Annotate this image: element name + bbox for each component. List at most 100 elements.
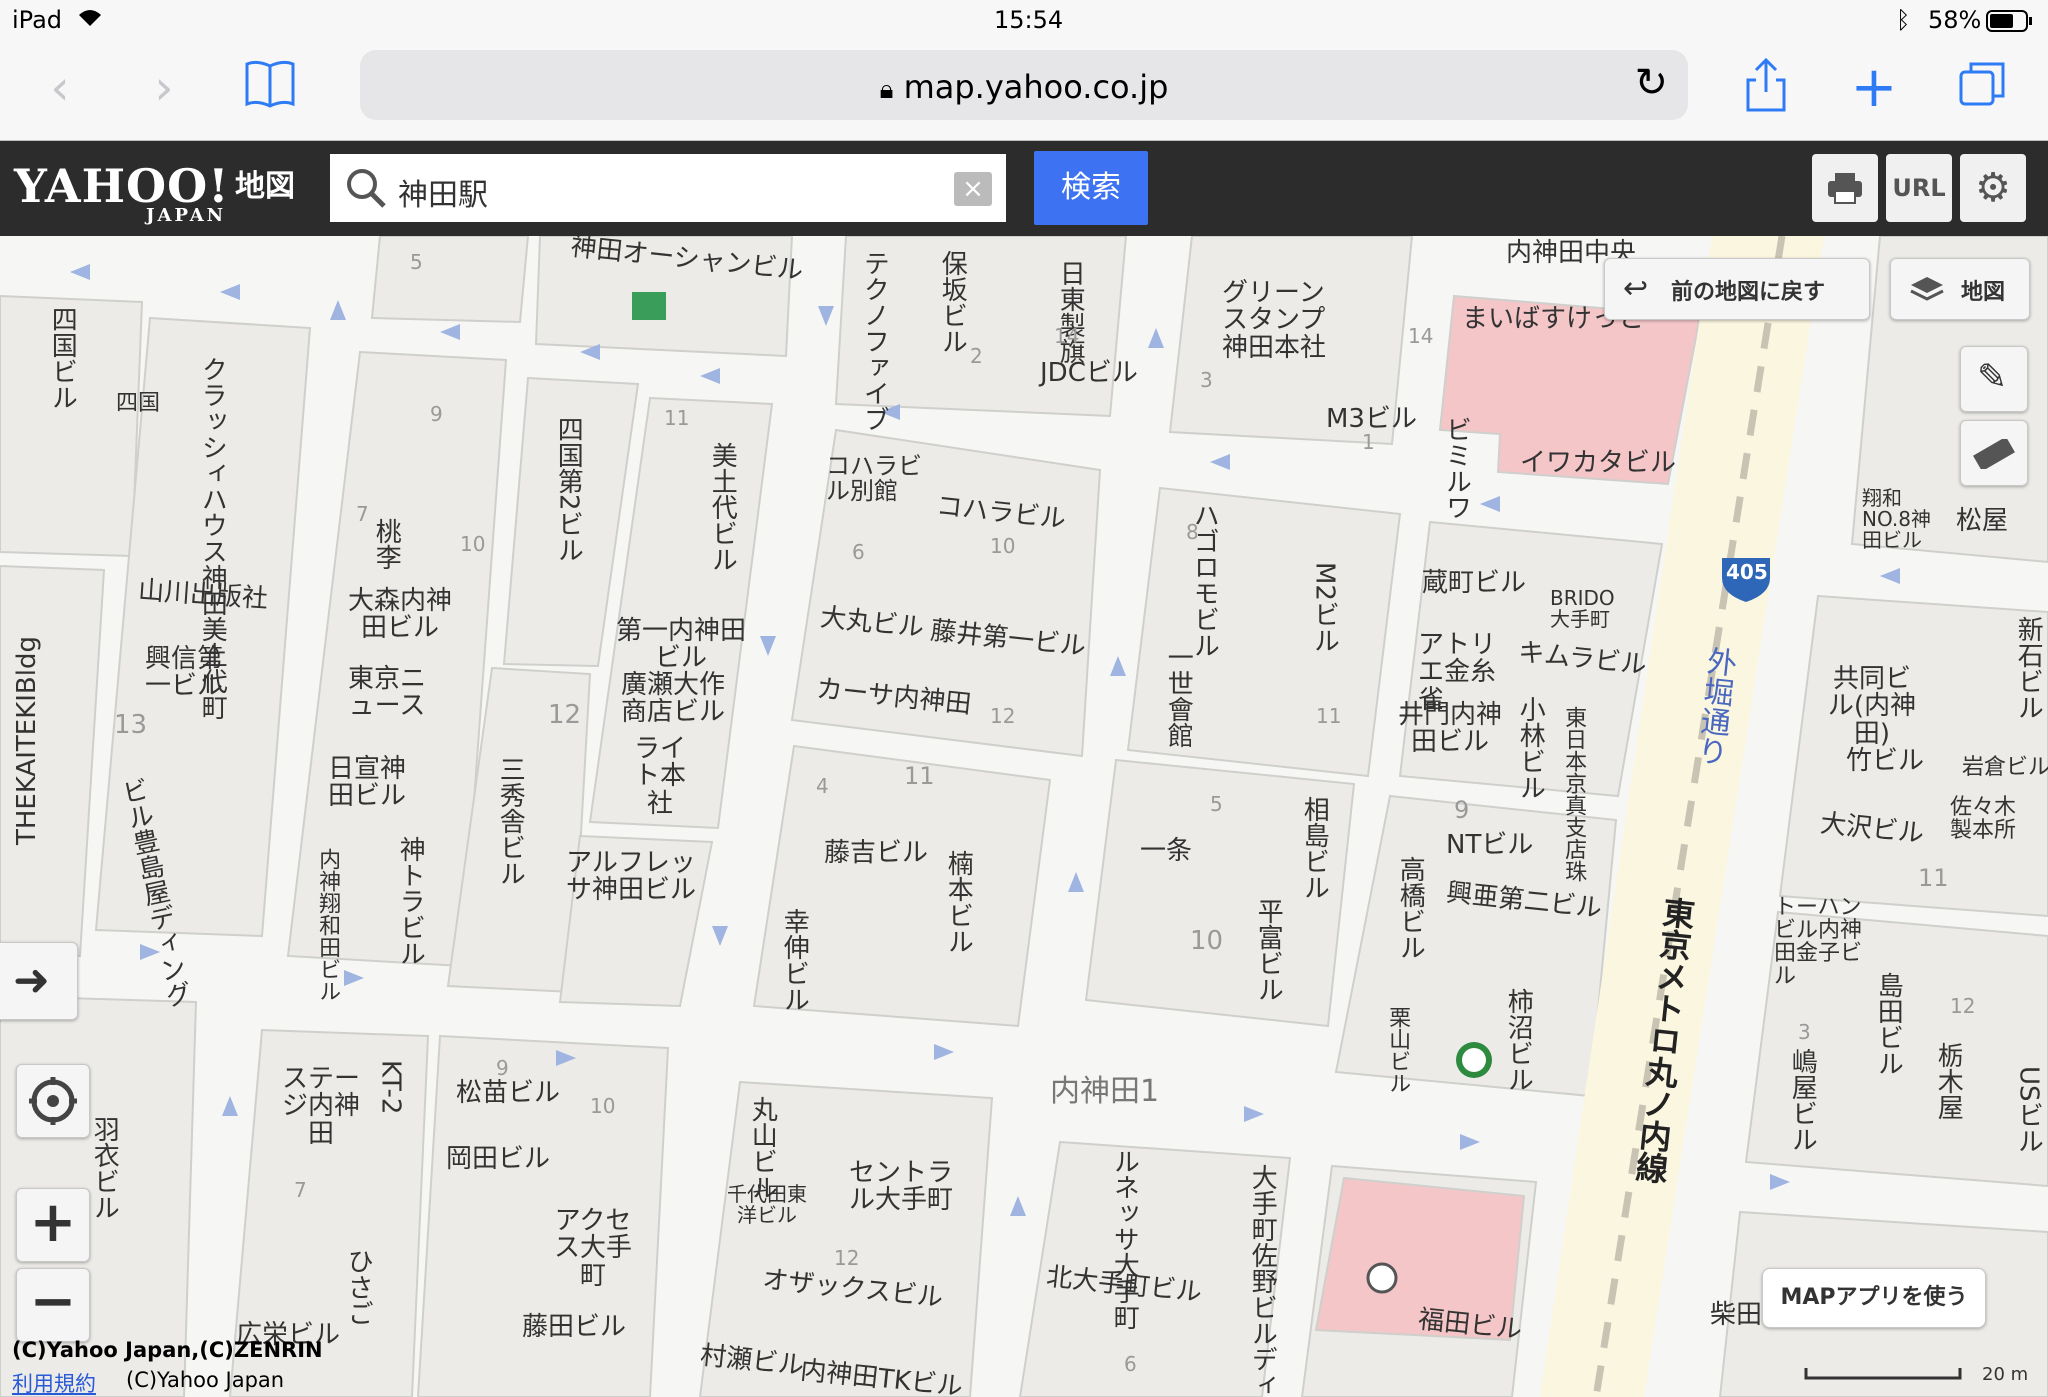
- map-canvas[interactable]: 405 外堀通り 東京メトロ丸ノ内線 内神田1 神田オーシャンビル 保坂ビル 日…: [0, 236, 2048, 1397]
- building-label: 大手町佐野ビルディング: [1247, 1164, 1278, 1397]
- copyright-zenrin: (C)Yahoo Japan,(C)ZENRIN: [12, 1338, 323, 1362]
- building-label: 保坂ビル: [937, 250, 968, 354]
- building-label: THEKAITEKIBldg: [12, 636, 42, 846]
- building-label: 大森内神田ビル: [347, 586, 452, 644]
- block-number: 11: [1918, 864, 1949, 892]
- building-label: ビミルワ: [1441, 416, 1472, 520]
- building-label: 岩倉ビル: [1962, 755, 2048, 780]
- device-name: iPad: [12, 6, 63, 34]
- terms-link[interactable]: 利用規約: [12, 1368, 96, 1397]
- block-number: 14: [1054, 324, 1080, 348]
- block-number: 10: [460, 532, 486, 556]
- block-number: 6: [852, 540, 865, 564]
- block-number: 13: [114, 710, 148, 740]
- block-number: 11: [904, 762, 935, 790]
- search-button[interactable]: 検索: [1034, 151, 1148, 225]
- building-label: 平富ビル: [1253, 898, 1284, 1002]
- building-label: 日宣神田ビル: [327, 754, 406, 812]
- measure-button[interactable]: [1960, 420, 2028, 486]
- building-label: 新石ビル: [2013, 616, 2044, 720]
- bluetooth-icon: ᛒ: [1896, 6, 1911, 34]
- clear-search-button[interactable]: ×: [954, 172, 992, 206]
- familymart-marker: [632, 292, 666, 320]
- block-number: 11: [1316, 704, 1342, 728]
- back-icon[interactable]: ‹: [30, 58, 90, 118]
- clock: 15:54: [994, 6, 1064, 34]
- building-label: JDCビル: [1040, 358, 1138, 388]
- hospital-marker: [1366, 1262, 1398, 1294]
- block-number: 10: [1190, 926, 1224, 956]
- building-label: 四国: [116, 391, 161, 416]
- building-label: 相島ビル: [1299, 796, 1330, 900]
- block-number: 7: [294, 1178, 307, 1202]
- block-number: 5: [1210, 792, 1223, 816]
- block-number: 2: [970, 344, 983, 368]
- block-number: 12: [990, 704, 1016, 728]
- share-icon[interactable]: [1736, 57, 1796, 118]
- printer-icon: [1826, 173, 1864, 211]
- building-label: コハラビル別館: [826, 452, 922, 506]
- building-label: 柿沼ビル: [1503, 988, 1534, 1092]
- address-bar[interactable]: 🔒︎ map.yahoo.co.jp ↻: [360, 50, 1688, 120]
- block-number: 8: [1186, 520, 1199, 544]
- building-label: 藤田ビル: [522, 1312, 627, 1342]
- building-label: イワカタビル: [1520, 448, 1677, 478]
- building-label: 竹ビル: [1846, 746, 1925, 776]
- building-label: 嶋屋ビル: [1787, 1048, 1818, 1152]
- building-label: 井門内神田ビル: [1397, 700, 1502, 758]
- building-label: 美土代ビル: [707, 442, 738, 572]
- battery-icon: [1986, 10, 2034, 38]
- building-label: グリーンスタンプ神田本社: [1222, 278, 1327, 363]
- building-label: アクセス大手町: [553, 1206, 632, 1291]
- building-label: M2ビル: [1309, 562, 1340, 653]
- building-label: USビル: [2013, 1066, 2044, 1154]
- print-button[interactable]: [1812, 154, 1878, 222]
- building-label: ライト本社: [633, 734, 686, 819]
- lock-icon: 🔒︎: [879, 75, 894, 105]
- search-field[interactable]: 神田駅 ×: [330, 154, 1006, 222]
- building-label: 四国ビル: [47, 306, 78, 410]
- building-label: 内神翔和田ビル: [315, 848, 341, 1002]
- building-label: 蔵町ビル: [1422, 568, 1527, 598]
- tabs-icon[interactable]: [1952, 58, 2012, 118]
- building-label: 藤吉ビル: [824, 838, 929, 868]
- url-text: 🔒︎ map.yahoo.co.jp: [879, 68, 1169, 106]
- block-number: 12: [834, 1246, 860, 1270]
- block-number: 6: [1124, 1352, 1137, 1376]
- zoom-in-button[interactable]: +: [16, 1188, 90, 1262]
- city-block: [370, 236, 530, 324]
- building-label: 岡田ビル: [446, 1144, 551, 1174]
- forward-icon[interactable]: ›: [134, 58, 194, 118]
- settings-button[interactable]: ⚙: [1960, 154, 2026, 222]
- bookmarks-icon[interactable]: [240, 58, 300, 118]
- building-label: ひさご: [343, 1248, 374, 1326]
- map-layer-button[interactable]: 地図: [1890, 258, 2030, 320]
- building-label: 栃木屋: [1933, 1042, 1964, 1120]
- building-label: 松屋: [1956, 506, 2009, 536]
- area-label: 内神田1: [1050, 1074, 1160, 1109]
- block-number: 3: [1200, 368, 1213, 392]
- building-label: 翔和NO.8神田ビル: [1862, 486, 1931, 552]
- reload-icon[interactable]: ↻: [1634, 60, 1668, 106]
- open-map-app-button[interactable]: MAPアプリを使う: [1762, 1268, 1986, 1328]
- building-label: 幸伸ビル: [779, 908, 810, 1012]
- arrow-right-icon: ➜: [13, 955, 50, 1006]
- building-label: セントラル大手町: [848, 1158, 953, 1216]
- zoom-out-button[interactable]: −: [16, 1268, 90, 1342]
- side-panel-toggle-button[interactable]: ➜: [0, 942, 78, 1020]
- undo-icon: ↩: [1623, 271, 1649, 306]
- search-query: 神田駅: [398, 178, 488, 213]
- block-number: 11: [664, 406, 690, 430]
- back-to-previous-map-button[interactable]: ↩ 前の地図に戻す: [1604, 258, 1870, 320]
- current-location-button[interactable]: [16, 1064, 90, 1138]
- new-tab-icon[interactable]: +: [1844, 58, 1904, 118]
- building-label: 一条: [1140, 836, 1193, 866]
- draw-button[interactable]: ✎: [1960, 346, 2028, 412]
- building-label: NTビル: [1446, 830, 1534, 860]
- building-label: 羽衣ビル: [89, 1116, 120, 1220]
- block-number: 12: [1950, 994, 1976, 1018]
- building-label: ステージ内神田: [281, 1064, 360, 1149]
- yahoo-logo[interactable]: YAHOO! 地図 JAPAN: [14, 159, 295, 226]
- url-button[interactable]: URL: [1886, 154, 1952, 222]
- building-label: 第一内神田ビル: [616, 616, 747, 674]
